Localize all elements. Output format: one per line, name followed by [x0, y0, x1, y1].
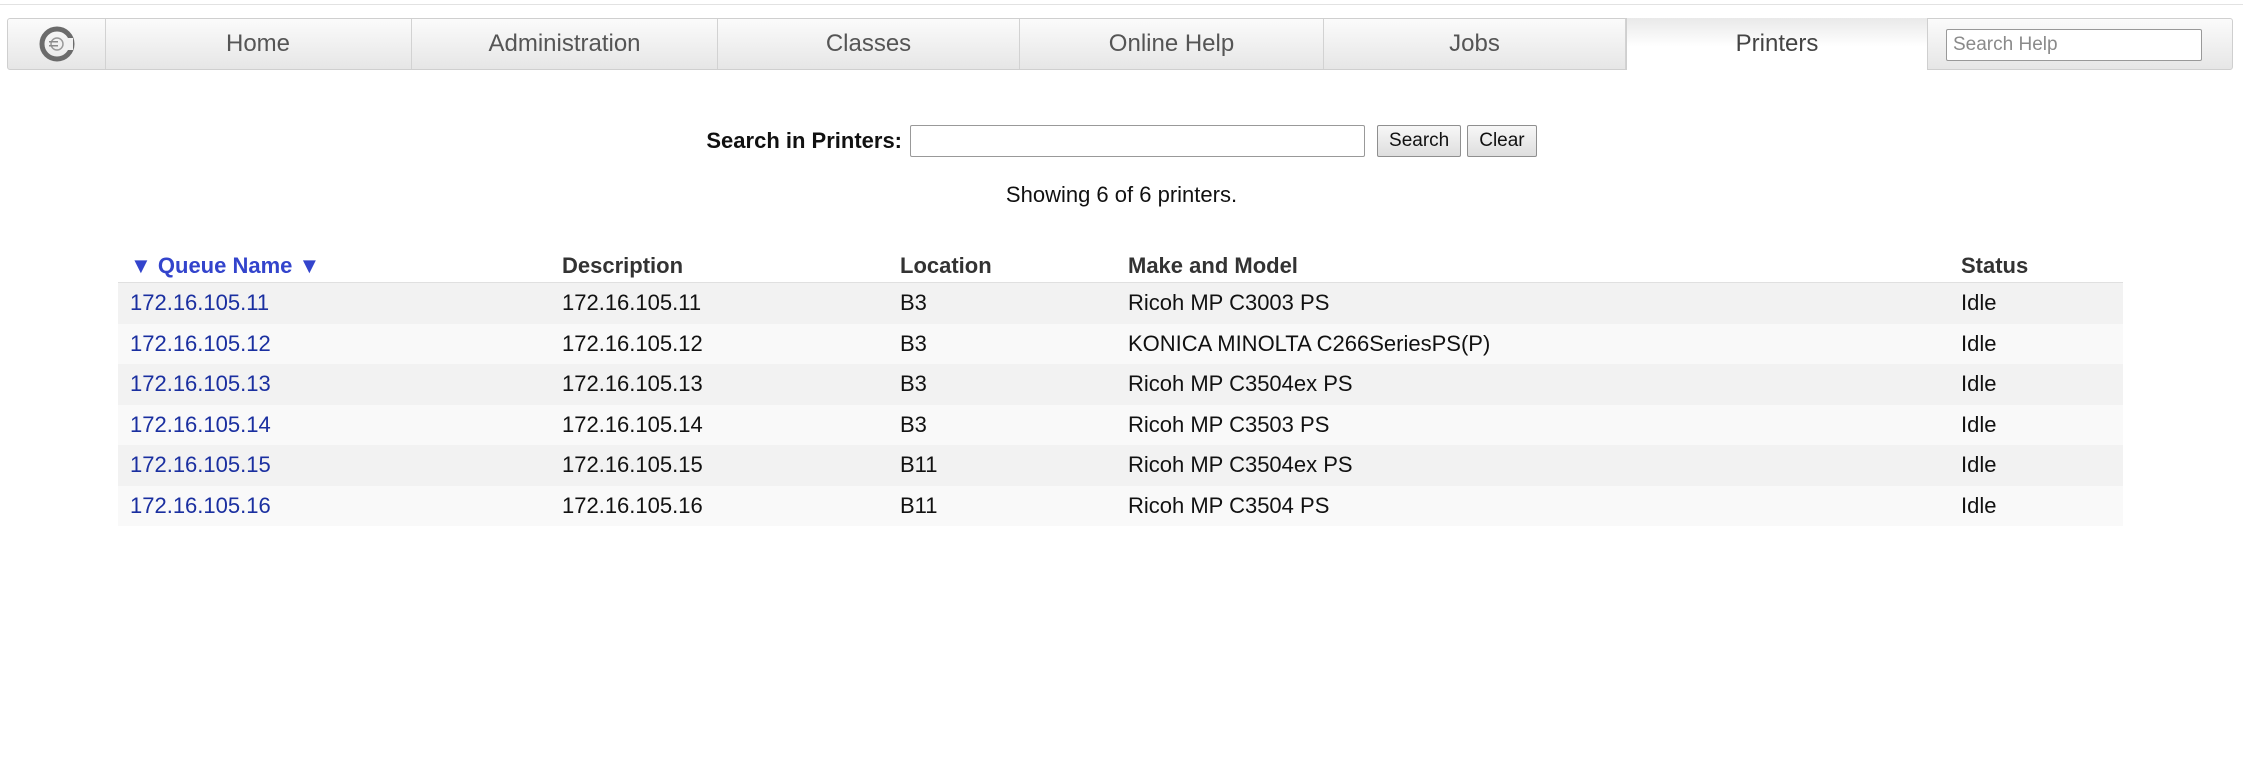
- tab-home[interactable]: Home: [105, 19, 412, 69]
- make-model-cell: Ricoh MP C3504 PS: [1116, 485, 1949, 526]
- table-row: 172.16.105.12 172.16.105.12 B3 KONICA MI…: [118, 323, 2123, 364]
- description-cell: 172.16.105.11: [550, 282, 888, 324]
- description-cell: 172.16.105.14: [550, 404, 888, 445]
- search-help-input[interactable]: [1946, 29, 2202, 61]
- column-header-location: Location: [888, 250, 1116, 283]
- status-cell: Idle: [1949, 323, 2123, 364]
- table-row: 172.16.105.15 172.16.105.15 B11 Ricoh MP…: [118, 445, 2123, 486]
- printer-link[interactable]: 172.16.105.12: [130, 331, 271, 356]
- status-cell: Idle: [1949, 364, 2123, 405]
- printer-link[interactable]: 172.16.105.13: [130, 371, 271, 396]
- printers-table: ▼ Queue Name ▼ Description Location Make…: [118, 250, 2123, 526]
- location-cell: B11: [888, 485, 1116, 526]
- make-model-cell: Ricoh MP C3503 PS: [1116, 404, 1949, 445]
- status-cell: Idle: [1949, 282, 2123, 324]
- tab-administration[interactable]: Administration: [412, 19, 718, 69]
- queue-name-cell[interactable]: 172.16.105.12: [118, 323, 550, 364]
- make-model-cell: Ricoh MP C3003 PS: [1116, 282, 1949, 324]
- tab-printers[interactable]: Printers: [1626, 18, 1928, 70]
- cups-logo-icon[interactable]: [8, 19, 106, 69]
- top-border: [0, 0, 2243, 5]
- tab-jobs[interactable]: Jobs: [1324, 19, 1626, 69]
- clear-button[interactable]: Clear: [1467, 125, 1537, 157]
- tab-online-help[interactable]: Online Help: [1020, 19, 1324, 69]
- make-model-cell: Ricoh MP C3504ex PS: [1116, 364, 1949, 405]
- queue-name-cell[interactable]: 172.16.105.14: [118, 404, 550, 445]
- description-cell: 172.16.105.12: [550, 323, 888, 364]
- description-cell: 172.16.105.16: [550, 485, 888, 526]
- column-header-status: Status: [1949, 250, 2123, 283]
- table-row: 172.16.105.14 172.16.105.14 B3 Ricoh MP …: [118, 404, 2123, 445]
- description-cell: 172.16.105.15: [550, 445, 888, 486]
- queue-name-cell[interactable]: 172.16.105.15: [118, 445, 550, 486]
- queue-name-cell[interactable]: 172.16.105.11: [118, 282, 550, 324]
- printer-link[interactable]: 172.16.105.15: [130, 452, 271, 477]
- sort-queue-name-link[interactable]: ▼ Queue Name ▼: [130, 253, 320, 278]
- column-header-make-and-model: Make and Model: [1116, 250, 1949, 283]
- printer-link[interactable]: 172.16.105.14: [130, 412, 271, 437]
- location-cell: B3: [888, 404, 1116, 445]
- location-cell: B11: [888, 445, 1116, 486]
- results-summary: Showing 6 of 6 printers.: [1005, 182, 1238, 207]
- table-header-row: ▼ Queue Name ▼ Description Location Make…: [118, 250, 2123, 283]
- printer-link[interactable]: 172.16.105.16: [130, 493, 271, 518]
- description-cell: 172.16.105.13: [550, 364, 888, 405]
- navigation-bar: Home Administration Classes Online Help …: [7, 18, 2233, 70]
- printer-search-form: Search in Printers: Search Clear: [0, 124, 2243, 158]
- tab-classes[interactable]: Classes: [718, 19, 1020, 69]
- column-header-description: Description: [550, 250, 888, 283]
- make-model-cell: KONICA MINOLTA C266SeriesPS(P): [1116, 323, 1949, 364]
- status-cell: Idle: [1949, 485, 2123, 526]
- search-label: Search in Printers:: [706, 128, 903, 153]
- status-cell: Idle: [1949, 445, 2123, 486]
- column-header-queue-name[interactable]: ▼ Queue Name ▼: [118, 250, 550, 283]
- search-printers-input[interactable]: [910, 125, 1366, 157]
- printer-link[interactable]: 172.16.105.11: [130, 290, 269, 315]
- queue-name-cell[interactable]: 172.16.105.13: [118, 364, 550, 405]
- table-row: 172.16.105.11 172.16.105.11 B3 Ricoh MP …: [118, 282, 2123, 324]
- location-cell: B3: [888, 323, 1116, 364]
- location-cell: B3: [888, 282, 1116, 324]
- make-model-cell: Ricoh MP C3504ex PS: [1116, 445, 1949, 486]
- table-row: 172.16.105.13 172.16.105.13 B3 Ricoh MP …: [118, 364, 2123, 405]
- status-cell: Idle: [1949, 404, 2123, 445]
- search-button[interactable]: Search: [1377, 125, 1462, 157]
- location-cell: B3: [888, 364, 1116, 405]
- table-row: 172.16.105.16 172.16.105.16 B11 Ricoh MP…: [118, 485, 2123, 526]
- queue-name-cell[interactable]: 172.16.105.16: [118, 485, 550, 526]
